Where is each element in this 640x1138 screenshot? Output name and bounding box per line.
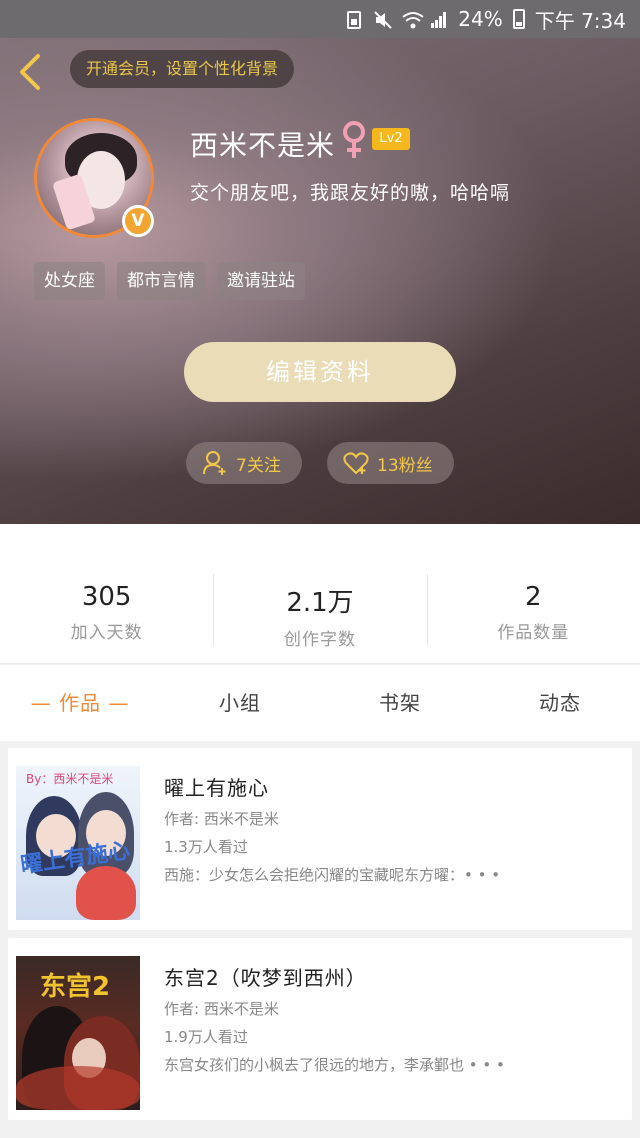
stat-value: 2.1万 xyxy=(286,588,354,618)
stat-work-count: 2 作品数量 xyxy=(426,524,640,663)
book-cover[interactable]: 东宫2 xyxy=(16,956,140,1110)
tag[interactable]: 邀请驻站 xyxy=(217,262,305,300)
followers-count: 13粉丝 xyxy=(377,455,433,476)
verified-badge: V xyxy=(122,205,154,237)
level-badge: Lv2 xyxy=(372,128,410,150)
tab-groups[interactable]: 小组 xyxy=(160,665,320,741)
works-list: By：西米不是米 曜上有施心 曜上有施心 作者: 西米不是米 1.3万人看过 西… xyxy=(8,748,632,1128)
stat-value: 305 xyxy=(81,582,132,612)
tag[interactable]: 处女座 xyxy=(34,262,105,300)
tag[interactable]: 都市言情 xyxy=(117,262,205,300)
edit-profile-button[interactable]: 编辑资料 xyxy=(184,342,456,402)
signal-icon xyxy=(430,10,448,28)
username: 西米不是米 xyxy=(190,129,336,162)
following-count: 7关注 xyxy=(236,455,281,476)
list-item[interactable]: 东宫2 东宫2（吹梦到西州） 作者: 西米不是米 1.9万人看过 东宫女孩们的小… xyxy=(8,938,632,1120)
work-description: 西施：少女怎么会拒绝闪耀的宝藏呢东方曜：• • • xyxy=(164,866,501,884)
stats-panel: 305 加入天数 2.1万 创作字数 2 作品数量 xyxy=(0,524,640,664)
stat-label: 创作字数 xyxy=(283,630,356,650)
cover-author: By：西米不是米 xyxy=(26,772,114,786)
vip-banner[interactable]: 开通会员，设置个性化背景 xyxy=(70,50,295,88)
profile-header: 开通会员，设置个性化背景 V 西米不是米 Lv2 交个朋友吧，我跟友好的嗷，哈哈… xyxy=(0,38,640,524)
work-views: 1.3万人看过 xyxy=(164,838,248,856)
work-title: 东宫2（吹梦到西州） xyxy=(164,966,367,990)
bio: 交个朋友吧，我跟友好的嗷，哈哈嗝 xyxy=(190,182,511,204)
stat-label: 作品数量 xyxy=(497,623,570,643)
work-author: 作者: 西米不是米 xyxy=(164,810,279,828)
work-description: 东宫女孩们的小枫去了很远的地方，李承鄞也 • • • xyxy=(164,1056,505,1074)
work-title: 曜上有施心 xyxy=(164,776,269,800)
stat-label: 加入天数 xyxy=(70,623,143,643)
chevron-left-icon xyxy=(20,54,40,90)
followers-button[interactable]: 13粉丝 xyxy=(327,442,454,484)
mute-icon xyxy=(374,10,392,29)
back-button[interactable] xyxy=(14,52,46,92)
tag-list: 处女座 都市言情 邀请驻站 xyxy=(34,262,305,300)
list-item[interactable]: By：西米不是米 曜上有施心 曜上有施心 作者: 西米不是米 1.3万人看过 西… xyxy=(8,748,632,930)
add-user-icon xyxy=(203,451,226,475)
book-cover[interactable]: By：西米不是米 曜上有施心 xyxy=(16,766,140,920)
battery-percent: 24% xyxy=(458,7,503,31)
tab-bar: — 作品 — 小组 书架 动态 xyxy=(0,665,640,741)
cover-title: 东宫2 xyxy=(40,972,111,1002)
stat-value: 2 xyxy=(525,582,542,612)
tab-works[interactable]: — 作品 — xyxy=(0,665,160,741)
following-button[interactable]: 7关注 xyxy=(186,442,302,484)
work-author: 作者: 西米不是米 xyxy=(164,1000,279,1018)
wifi-icon xyxy=(402,10,424,29)
stat-join-days: 305 加入天数 xyxy=(0,524,213,663)
tab-bookshelf[interactable]: 书架 xyxy=(320,665,480,741)
female-icon xyxy=(343,121,365,158)
battery-icon xyxy=(512,9,525,29)
status-bar: 24% 下午 7:34 xyxy=(0,0,640,38)
work-views: 1.9万人看过 xyxy=(164,1028,248,1046)
heart-icon xyxy=(343,452,369,475)
clock: 下午 7:34 xyxy=(534,8,626,33)
stat-word-count: 2.1万 创作字数 xyxy=(213,524,426,663)
tab-activity[interactable]: 动态 xyxy=(480,665,640,741)
sim-icon xyxy=(346,10,364,29)
